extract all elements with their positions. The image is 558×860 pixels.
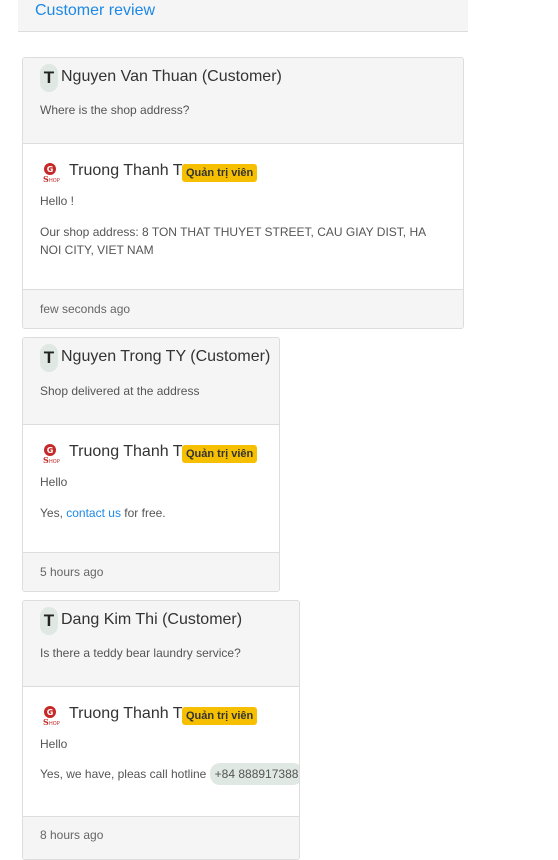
timestamp: 5 hours ago (40, 565, 104, 579)
shop-logo-icon: G S HOP (43, 163, 60, 184)
review-question: T Nguyen Trong TY (Customer) Shop delive… (23, 338, 279, 425)
customer-name: Dang Kim Thi (Customer) (61, 611, 243, 628)
admin-badge: Quản trị viên (182, 707, 258, 725)
reply-text-suffix: for free. (120, 506, 166, 520)
reply-greeting: Hello (40, 737, 68, 751)
question-text: Is there a teddy bear laundry service? (40, 646, 241, 660)
review-question: T Nguyen Van Thuan (Customer) Where is t… (23, 58, 463, 144)
section-title: Customer review (35, 2, 156, 19)
reply-greeting: Hello (40, 475, 68, 489)
svg-text:G: G (47, 165, 54, 174)
question-text: Shop delivered at the address (40, 384, 200, 398)
reply-text-prefix: Yes, (40, 506, 67, 520)
shop-logo-icon: G S HOP (43, 706, 60, 727)
review-footer: few seconds ago (23, 289, 463, 328)
reply-author: Truong Thanh Tu (69, 162, 191, 179)
customer-avatar-icon: T (40, 344, 58, 372)
customer-avatar-icon: T (40, 607, 58, 635)
svg-text:HOP: HOP (49, 459, 60, 465)
review-reply: G S HOP Truong Thanh Tu Quản trị viên He… (23, 687, 299, 816)
review-card: T Nguyen Trong TY (Customer) Shop delive… (22, 337, 280, 592)
admin-badge: Quản trị viên (182, 164, 258, 182)
review-reply: G S HOP Truong Thanh Tu Quản trị viên He… (23, 425, 279, 552)
admin-badge: Quản trị viên (182, 445, 258, 463)
svg-text:G: G (47, 446, 54, 455)
svg-text:G: G (47, 708, 54, 717)
review-card: T Nguyen Van Thuan (Customer) Where is t… (22, 57, 464, 329)
svg-text:HOP: HOP (49, 178, 60, 184)
section-header: Customer review (18, 0, 468, 32)
customer-avatar-icon: T (40, 64, 58, 92)
reply-text: Yes, contact us for free. (40, 504, 166, 522)
reply-text: Yes, we have, pleas call hotline +84 888… (40, 763, 299, 785)
question-text: Where is the shop address? (40, 103, 190, 117)
reply-greeting: Hello ! (40, 194, 75, 208)
review-reply: G S HOP Truong Thanh Tu Quản trị viên He… (23, 144, 463, 289)
review-footer: 8 hours ago (23, 816, 299, 859)
reply-text-prefix: Yes, we have, pleas call hotline (40, 767, 210, 781)
svg-text:HOP: HOP (49, 721, 60, 727)
timestamp: 8 hours ago (40, 828, 104, 842)
hotline-phone-chip[interactable]: +84 888917388 (209, 763, 299, 785)
customer-name: Nguyen Trong TY (Customer) (61, 348, 271, 365)
review-footer: 5 hours ago (23, 552, 279, 591)
review-question: T Dang Kim Thi (Customer) Is there a ted… (23, 601, 299, 687)
reply-author: Truong Thanh Tu (69, 705, 191, 722)
shop-logo-icon: G S HOP (43, 444, 60, 465)
review-card: T Dang Kim Thi (Customer) Is there a ted… (22, 600, 300, 860)
reply-author: Truong Thanh Tu (69, 443, 191, 460)
customer-name: Nguyen Van Thuan (Customer) (61, 68, 282, 85)
reply-text: Our shop address: 8 TON THAT THUYET STRE… (40, 225, 426, 257)
timestamp: few seconds ago (40, 302, 131, 316)
contact-us-link[interactable]: contact us (66, 506, 121, 520)
